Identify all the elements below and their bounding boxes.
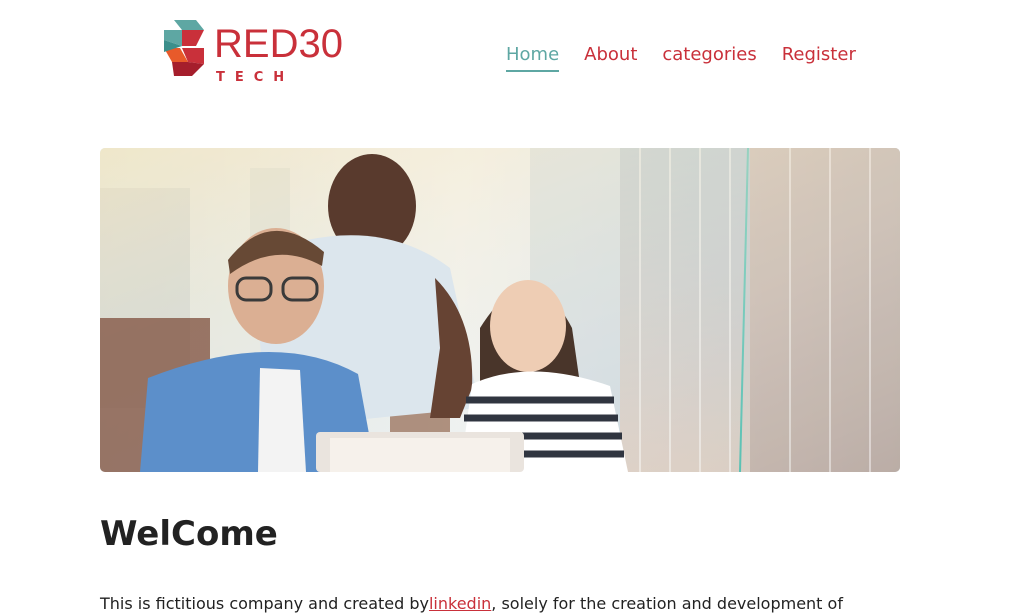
main-nav: Home About categories Register (506, 42, 856, 72)
team-photo-image (100, 148, 900, 472)
nav-item-home[interactable]: Home (506, 42, 560, 72)
page-title: WelCome (100, 514, 278, 554)
linkedin-link[interactable]: linkedin (429, 594, 491, 613)
hero-image (100, 148, 900, 472)
nav-item-register[interactable]: Register (782, 42, 856, 72)
brand-logo[interactable]: RED30 TECH (162, 18, 343, 90)
brand-name: RED30 (214, 22, 343, 66)
brand-subtitle: TECH (216, 70, 295, 85)
nav-item-categories[interactable]: categories (662, 42, 756, 72)
intro-text-after: , solely for the creation and developmen… (491, 594, 843, 613)
site-header: RED30 TECH Home About categories Registe… (0, 0, 1030, 100)
intro-paragraph: This is fictitious company and created b… (100, 591, 843, 616)
logo-cube-icon (164, 20, 204, 76)
intro-text-before: This is fictitious company and created b… (100, 594, 429, 613)
nav-item-about[interactable]: About (584, 42, 637, 72)
